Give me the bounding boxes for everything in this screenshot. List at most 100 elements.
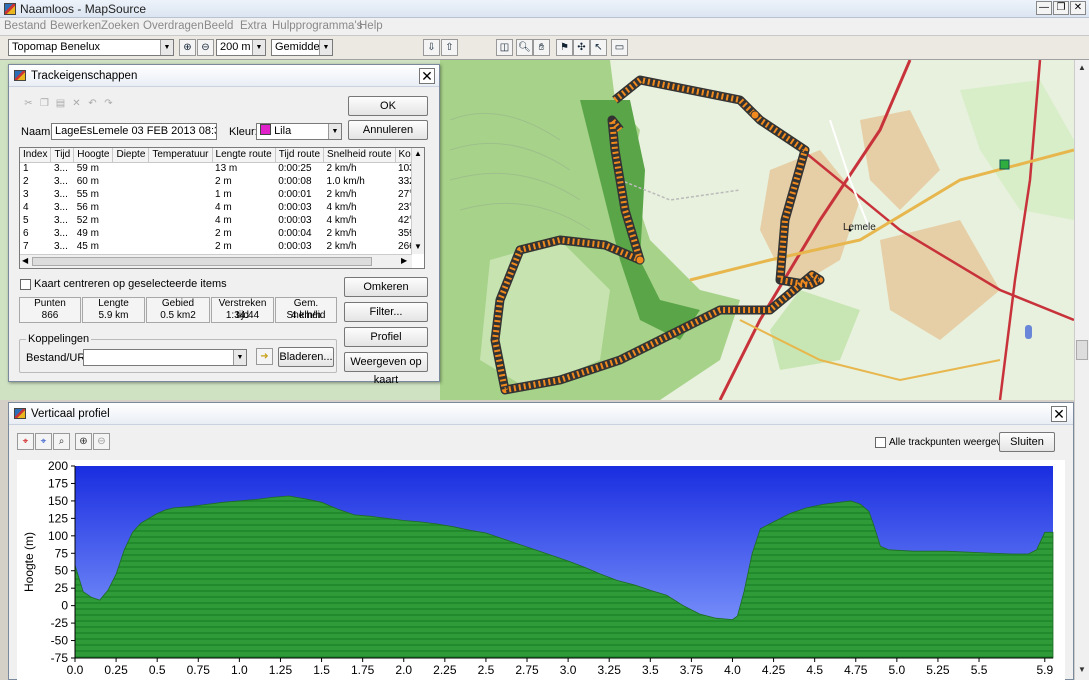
zoom-in-icon[interactable]: ⊕ [75, 433, 92, 450]
zoom-in-icon[interactable]: ⊕ [179, 39, 196, 56]
close-app-button[interactable]: ✕ [1070, 1, 1086, 15]
cut-icon[interactable]: ✂ [21, 97, 36, 112]
col-depth[interactable]: Diepte [112, 148, 150, 163]
col-time[interactable]: Tijd [50, 148, 75, 163]
y-tick-label: 125 [48, 511, 68, 525]
all-trackpoints-label: Alle trackpunten weergeven [889, 437, 1013, 448]
stat-label: Verstreken tijd [218, 298, 267, 321]
col-temperature[interactable]: Temperatuur [148, 148, 213, 163]
map-product-value: Topomap Benelux [12, 41, 101, 53]
receive-from-device-icon[interactable]: ⇩ [423, 39, 440, 56]
selection-tool-icon[interactable]: ↖ [590, 39, 607, 56]
main-vertical-scrollbar[interactable]: ▲ ▼ [1074, 60, 1089, 680]
cancel-button[interactable]: Annuleren [348, 120, 428, 140]
table-horizontal-scrollbar[interactable]: ◀ ▶ [20, 254, 412, 268]
ok-button[interactable]: OK [348, 96, 428, 116]
send-to-device-icon[interactable]: ⇧ [441, 39, 458, 56]
track-name-input[interactable]: LageEsLemele 03 FEB 2013 08:33 [51, 123, 217, 140]
table-cell-temp [149, 214, 212, 227]
restore-button[interactable]: ❐ [1053, 1, 1069, 15]
table-row[interactable]: 63...49 m2 m0:00:042 km/h359° waar [20, 227, 424, 240]
menu-overdragen[interactable]: Overdragen [143, 20, 204, 32]
table-cell-index: 1 [23, 163, 29, 175]
map-view[interactable]: Lemele [440, 60, 1074, 400]
scroll-down-icon[interactable]: ▼ [1076, 665, 1088, 677]
measure-tool-icon[interactable]: ▭ [611, 39, 628, 56]
vertical-profile-window: Verticaal profiel ✕ ⌖ ⌖ ⌕ ⊕ ⊖ Alle track… [8, 402, 1074, 680]
x-tick-label: 3.25 [598, 663, 622, 677]
zoom-out-icon[interactable]: ⊖ [197, 39, 214, 56]
scroll-right-icon[interactable]: ▶ [401, 256, 407, 265]
map-select-tool-icon[interactable]: ◫ [496, 39, 513, 56]
redo-icon[interactable]: ↷ [101, 97, 116, 112]
zoom-tool-icon[interactable]: 🔍︎ [516, 39, 533, 56]
paste-icon[interactable]: ▤ [53, 97, 68, 112]
route-tool-icon[interactable]: ✣ [573, 39, 590, 56]
zoom-select-icon[interactable]: ⌕ [53, 433, 70, 450]
table-row[interactable]: 73...45 m2 m0:00:032 km/h266° waar [20, 240, 424, 253]
browse-button[interactable]: Bladeren... [278, 347, 334, 367]
table-cell-time: 3... [53, 228, 68, 239]
table-cell-leg-speed: 4 km/h [326, 202, 357, 213]
table-cell-index: 5 [23, 215, 29, 226]
undo-icon[interactable]: ↶ [85, 97, 100, 112]
scroll-up-icon[interactable]: ▲ [414, 149, 422, 158]
detail-select[interactable]: Gemiddeld ▼ [271, 39, 333, 56]
table-cell-index: 2 [23, 176, 29, 187]
menu-bewerken[interactable]: Bewerken [50, 20, 101, 32]
open-link-icon[interactable]: ➜ [256, 348, 273, 365]
hand-tool-icon[interactable]: ✋︎ [533, 39, 550, 56]
table-row[interactable]: 53...52 m4 m0:00:034 km/h42° waar [20, 214, 424, 227]
table-row[interactable]: 13...59 m13 m0:00:252 km/h103° waar [20, 162, 424, 175]
crosshair-blue-icon[interactable]: ⌖ [35, 433, 52, 450]
crosshair-red-icon[interactable]: ⌖ [17, 433, 34, 450]
scroll-down-icon[interactable]: ▼ [414, 242, 422, 251]
file-url-input[interactable]: ▼ [83, 349, 247, 366]
show-on-map-button[interactable]: Weergeven op kaart [344, 352, 428, 386]
zoom-out-icon[interactable]: ⊖ [93, 433, 110, 450]
x-tick-label: 0.0 [67, 663, 84, 677]
x-tick-label: 5.25 [926, 663, 950, 677]
chevron-down-icon: ▼ [328, 124, 341, 139]
table-row[interactable]: 43...56 m4 m0:00:034 km/h23° waar [20, 201, 424, 214]
close-profile-button[interactable]: Sluiten [999, 432, 1055, 452]
scroll-up-icon[interactable]: ▲ [1076, 63, 1088, 75]
col-leg-length[interactable]: Lengte route [212, 148, 276, 163]
trackpoints-table[interactable]: Index Tijd Hoogte Diepte Temperatuur Len… [19, 147, 425, 269]
center-map-checkbox[interactable] [20, 279, 31, 290]
waypoint-tool-icon[interactable]: ⚑ [556, 39, 573, 56]
menu-hulpprogrammas[interactable]: Hulpprogramma's [272, 20, 362, 32]
reverse-button[interactable]: Omkeren [344, 277, 428, 297]
col-leg-speed[interactable]: Snelheid route [323, 148, 396, 163]
show-profile-button[interactable]: Profiel weergeven... [344, 327, 428, 361]
copy-icon[interactable]: ❐ [37, 97, 52, 112]
close-icon[interactable]: ✕ [1051, 406, 1067, 422]
y-tick-label: 175 [48, 476, 68, 490]
minimize-button[interactable]: — [1036, 1, 1052, 15]
col-leg-time[interactable]: Tijd route [275, 148, 325, 163]
col-index[interactable]: Index [20, 148, 52, 163]
x-tick-label: 4.0 [724, 663, 741, 677]
col-height[interactable]: Hoogte [73, 148, 114, 163]
table-row[interactable]: 23...60 m2 m0:00:081.0 km/h332° waar [20, 175, 424, 188]
scroll-thumb[interactable] [32, 257, 372, 266]
menu-bestand[interactable]: Bestand [4, 20, 46, 32]
stat-elapsed-time: Verstreken tijd 1:34:44 [211, 297, 274, 323]
menu-beeld[interactable]: Beeld [204, 20, 233, 32]
table-cell-leg-time: 0:00:03 [278, 241, 312, 252]
delete-icon[interactable]: ✕ [69, 97, 84, 112]
close-icon[interactable]: ✕ [419, 68, 435, 84]
all-trackpoints-checkbox[interactable] [875, 437, 886, 448]
map-product-select[interactable]: Topomap Benelux ▼ [8, 39, 174, 56]
table-row[interactable]: 33...55 m1 m0:00:012 km/h27° waar [20, 188, 424, 201]
filter-button[interactable]: Filter... [344, 302, 428, 322]
menu-help[interactable]: Help [359, 20, 383, 32]
menu-zoeken[interactable]: Zoeken [101, 20, 139, 32]
zoom-level-select[interactable]: 200 m ▼ [216, 39, 266, 56]
scroll-left-icon[interactable]: ◀ [22, 256, 28, 265]
scroll-thumb[interactable] [1076, 340, 1088, 360]
menu-extra[interactable]: Extra [240, 20, 267, 32]
color-select[interactable]: Lila ▼ [256, 123, 342, 140]
table-cell-leg-time: 0:00:25 [278, 163, 312, 175]
table-vertical-scrollbar[interactable]: ▲ ▼ [411, 148, 424, 254]
